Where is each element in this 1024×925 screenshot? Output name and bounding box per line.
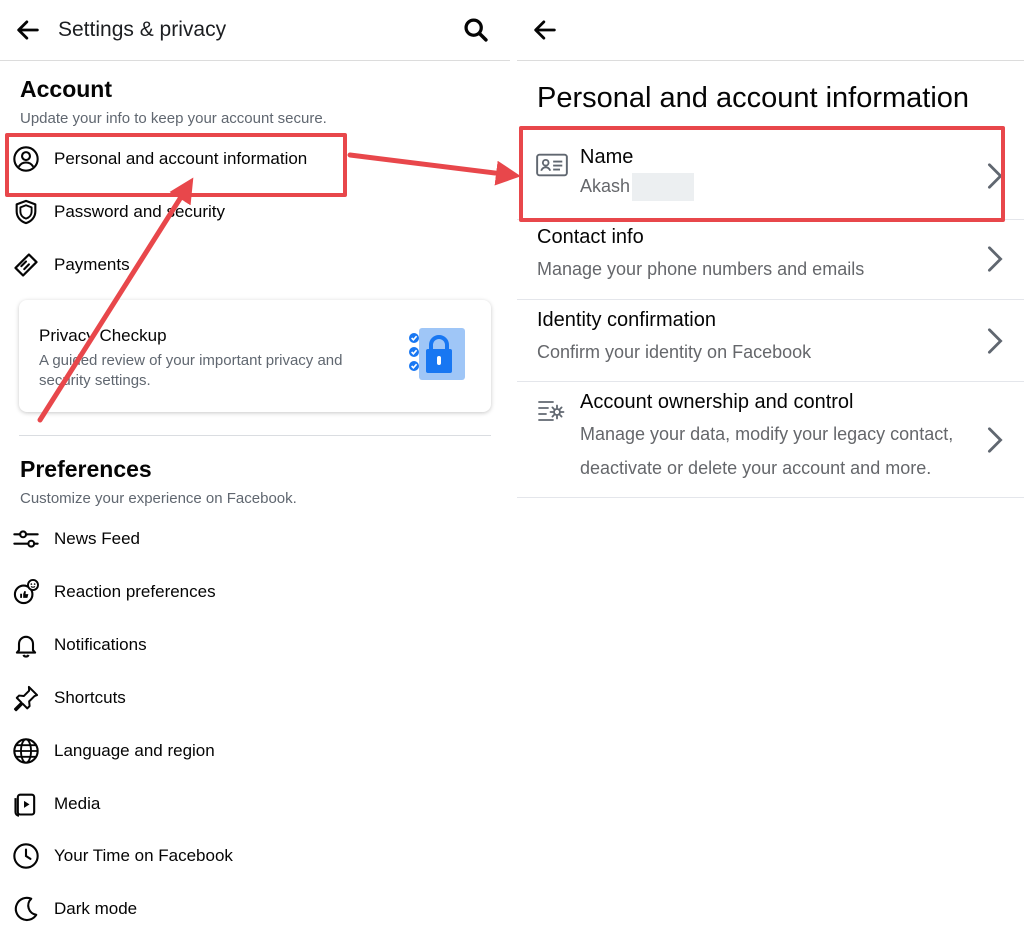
menu-item-label: Notifications (54, 635, 147, 654)
menu-item-label: Media (54, 794, 101, 813)
settings-list-icon (538, 401, 565, 421)
media-icon (14, 793, 36, 817)
privacy-checkup-description: A guided review of your important privac… (39, 352, 343, 389)
menu-item-label: Shortcuts (54, 688, 126, 707)
highlight-personal-account-information (5, 133, 347, 197)
chevron-right-icon (988, 427, 1003, 453)
menu-item-media[interactable]: Media (0, 782, 500, 826)
row-subtitle: Manage your data, modify your legacy con… (580, 424, 954, 478)
bell-icon (15, 635, 37, 658)
menu-item-payments[interactable]: Payments (0, 243, 500, 287)
section-divider (19, 435, 491, 436)
globe-icon (13, 738, 39, 764)
privacy-checkup-card[interactable]: Privacy Checkup A guided review of your … (19, 300, 491, 412)
menu-item-shortcuts[interactable]: Shortcuts (0, 676, 500, 720)
privacy-checkup-title: Privacy Checkup (39, 326, 167, 345)
shield-icon (15, 199, 37, 225)
row-title: Identity confirmation (537, 309, 716, 331)
menu-item-label: Dark mode (54, 899, 138, 918)
sliders-icon (13, 530, 39, 548)
clock-icon (13, 843, 39, 869)
row-title: Contact info (537, 226, 644, 248)
row-identity-confirmation[interactable]: Identity confirmation Confirm your ident… (517, 300, 1024, 382)
privacy-lock-illustration-icon (409, 328, 465, 380)
highlight-name-row (519, 126, 1005, 222)
menu-item-label: Language and region (54, 741, 215, 760)
moon-icon (14, 896, 38, 922)
account-section-subtitle: Update your info to keep your account se… (20, 110, 327, 127)
search-icon[interactable] (462, 16, 490, 44)
pin-icon (13, 685, 39, 712)
menu-item-dark-mode[interactable]: Dark mode (0, 887, 500, 925)
page-title: Personal and account information (537, 82, 970, 114)
chevron-right-icon (988, 328, 1003, 354)
menu-item-reaction-preferences[interactable]: Reaction preferences (0, 570, 500, 614)
row-contact-info[interactable]: Contact info Manage your phone numbers a… (517, 220, 1024, 300)
header-title: Settings & privacy (58, 18, 227, 41)
account-section-title: Account (20, 76, 112, 102)
preferences-section-subtitle: Customize your experience on Facebook. (20, 490, 297, 507)
row-account-ownership-control[interactable]: Account ownership and control Manage you… (517, 382, 1024, 498)
settings-header: Settings & privacy (0, 0, 510, 61)
menu-item-language-region[interactable]: Language and region (0, 729, 500, 773)
row-title: Account ownership and control (580, 391, 854, 413)
menu-item-label: Password and security (54, 202, 226, 221)
menu-item-notifications[interactable]: Notifications (0, 623, 500, 667)
menu-item-label: Your Time on Facebook (54, 846, 233, 865)
reaction-icon (13, 579, 39, 605)
chevron-right-icon (988, 246, 1003, 272)
menu-item-news-feed[interactable]: News Feed (0, 517, 500, 561)
back-arrow-icon[interactable] (14, 16, 42, 44)
detail-header (517, 0, 1024, 61)
menu-item-your-time-on-facebook[interactable]: Your Time on Facebook (0, 834, 500, 878)
menu-item-label: Reaction preferences (54, 582, 216, 601)
tag-icon (14, 253, 38, 277)
back-arrow-icon[interactable] (531, 16, 559, 44)
menu-item-label: News Feed (54, 529, 140, 548)
menu-item-label: Payments (54, 255, 130, 274)
row-subtitle: Manage your phone numbers and emails (537, 259, 865, 279)
row-subtitle: Confirm your identity on Facebook (537, 342, 812, 362)
preferences-section-title: Preferences (20, 456, 152, 482)
